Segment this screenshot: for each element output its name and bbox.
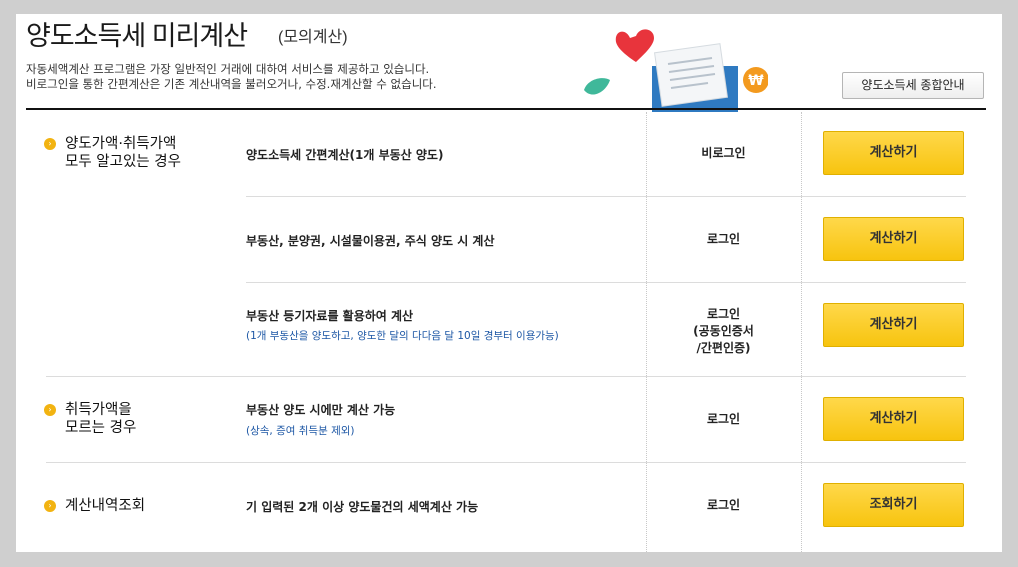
bullet-icon: › xyxy=(44,500,56,512)
page-description: 자동세액계산 프로그램은 가장 일반적인 거래에 대하여 서비스를 제공하고 있… xyxy=(26,62,437,92)
service-multi-calc: 기 입력된 2개 이상 양도물건의 세액계산 가능 xyxy=(246,500,479,514)
row-divider xyxy=(246,282,966,283)
category-known-prices: › 양도가액·취득가액 모두 알고있는 경우 xyxy=(44,135,181,171)
bullet-icon: › xyxy=(44,404,56,416)
category-label: 모르는 경우 xyxy=(65,420,137,436)
login-label: (공동인증서 xyxy=(693,324,754,338)
service-simple-calc: 양도소득세 간편계산(1개 부동산 양도) xyxy=(246,148,444,162)
description-line-2: 비로그인을 통한 간편계산은 기존 계산내역을 불러오거나, 수정.재계산할 수… xyxy=(26,77,437,91)
login-requirement: 로그인 xyxy=(706,498,741,512)
main-panel: 양도소득세 미리계산 (모의계산) 자동세액계산 프로그램은 가장 일반적인 거… xyxy=(16,14,1002,552)
login-requirement: 비로그인 xyxy=(701,146,746,160)
category-label: 모두 알고있는 경우 xyxy=(65,154,181,170)
lookup-button[interactable]: 조회하기 xyxy=(823,483,964,527)
login-requirement: 로그인 xyxy=(706,412,741,426)
calculate-button[interactable]: 계산하기 xyxy=(823,131,964,175)
login-label: /간편인증) xyxy=(696,341,751,355)
calculate-button[interactable]: 계산하기 xyxy=(823,217,964,261)
tax-illustration-icon: ₩ xyxy=(584,29,768,112)
service-note: (상속, 증여 취득분 제외) xyxy=(246,425,355,437)
login-requirement: 로그인 (공동인증서 /간편인증) xyxy=(646,306,801,357)
description-line-1: 자동세액계산 프로그램은 가장 일반적인 거래에 대하여 서비스를 제공하고 있… xyxy=(26,62,430,76)
category-label: 취득가액을 xyxy=(65,402,132,418)
capital-gains-guide-button[interactable]: 양도소득세 종합안내 xyxy=(842,72,984,99)
category-label: 계산내역조회 xyxy=(65,498,146,514)
category-label: 양도가액·취득가액 xyxy=(65,136,177,152)
service-transfer-only: 부동산 양도 시에만 계산 가능 xyxy=(246,403,396,417)
category-history-lookup: › 계산내역조회 xyxy=(44,497,145,515)
page-subtitle: (모의계산) xyxy=(278,29,348,46)
calculate-button[interactable]: 계산하기 xyxy=(823,303,964,347)
service-registry-calc: 부동산 등기자료를 활용하여 계산 xyxy=(246,309,414,323)
svg-text:₩: ₩ xyxy=(748,73,764,89)
section-divider xyxy=(46,376,966,377)
login-label: 로그인 xyxy=(706,307,741,321)
column-divider xyxy=(801,112,802,552)
header-divider xyxy=(26,108,986,110)
calculate-button[interactable]: 계산하기 xyxy=(823,397,964,441)
page-title: 양도소득세 미리계산 xyxy=(26,21,248,51)
service-property-calc: 부동산, 분양권, 시설물이용권, 주식 양도 시 계산 xyxy=(246,234,495,248)
category-unknown-acquisition: › 취득가액을 모르는 경우 xyxy=(44,401,136,437)
row-divider xyxy=(246,196,966,197)
login-requirement: 로그인 xyxy=(706,232,741,246)
bullet-icon: › xyxy=(44,138,56,150)
service-note: (1개 부동산을 양도하고, 양도한 달의 다다음 달 10일 경부터 이용가능… xyxy=(246,330,559,342)
section-divider xyxy=(46,462,966,463)
